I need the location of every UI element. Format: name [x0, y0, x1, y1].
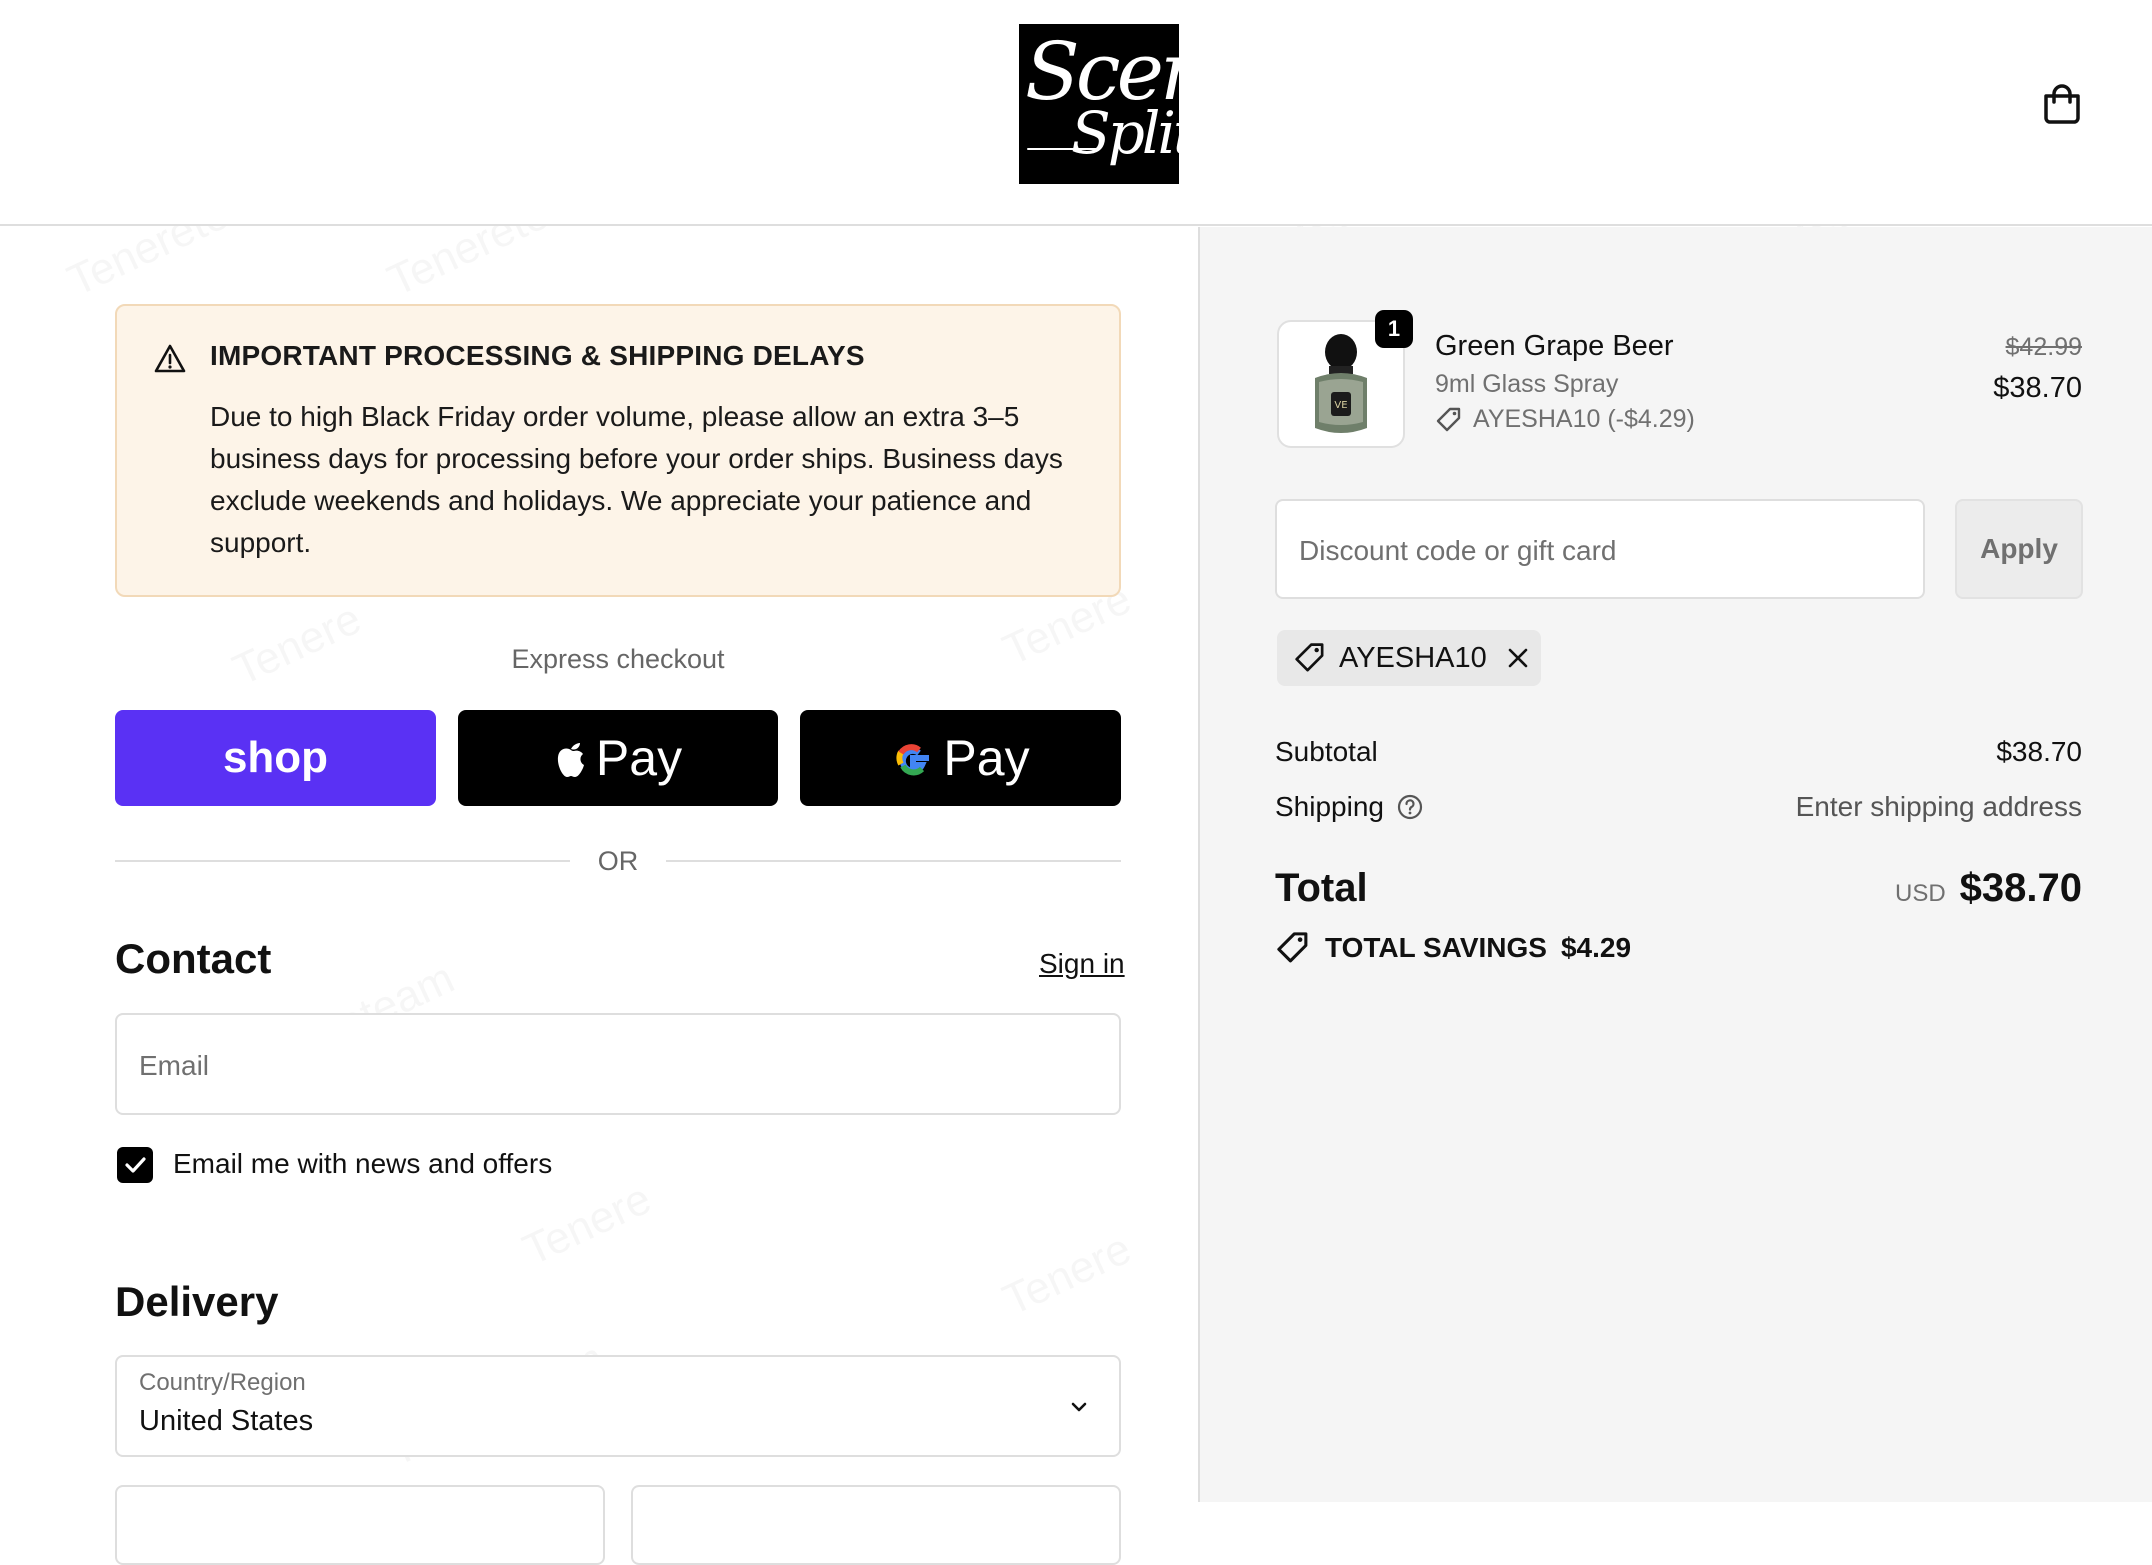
applied-discount-chip: AYESHA10	[1277, 630, 1541, 686]
chevron-down-icon	[1071, 1402, 1087, 1412]
subtotal-value: $38.70	[1996, 736, 2082, 767]
svg-text:VE: VE	[1334, 400, 1347, 411]
subtotal-label: Subtotal	[1275, 736, 1378, 767]
help-circle-icon[interactable]	[1396, 793, 1424, 821]
tag-icon	[1436, 407, 1461, 431]
product-name: Green Grape Beer	[1435, 330, 1674, 362]
quantity-badge: 1	[1375, 310, 1413, 348]
last-name-field[interactable]	[631, 1485, 1121, 1565]
store-logo[interactable]: Scent Split	[1019, 24, 1179, 184]
country-select[interactable]: Country/Region United States	[115, 1355, 1121, 1457]
divider-right	[666, 860, 1121, 862]
product-variant: 9ml Glass Spray	[1435, 370, 1619, 398]
site-header: Scent Split	[0, 0, 2152, 226]
email-field[interactable]: Email	[115, 1013, 1121, 1115]
discounted-price: $38.70	[1993, 372, 2082, 404]
tag-icon	[1295, 643, 1324, 672]
warning-triangle-icon	[154, 344, 186, 373]
shipping-row: Shipping	[1275, 791, 1424, 823]
newsletter-checkbox[interactable]	[117, 1147, 153, 1183]
first-name-field[interactable]	[115, 1485, 605, 1565]
google-pay-button[interactable]: Pay	[800, 710, 1121, 806]
discount-code-input[interactable]: Discount code or gift card	[1275, 499, 1925, 599]
checkmark-icon	[125, 1157, 146, 1173]
contact-heading: Contact	[115, 935, 272, 982]
delivery-heading: Delivery	[115, 1278, 279, 1325]
original-price: $42.99	[2005, 333, 2082, 361]
total-label: Total	[1275, 866, 1368, 910]
total-amount: USD $38.70	[1894, 866, 2082, 910]
shipping-delay-notice: IMPORTANT PROCESSING & SHIPPING DELAYS D…	[115, 304, 1121, 597]
apple-pay-button[interactable]: Pay	[458, 710, 778, 806]
google-g-icon	[896, 744, 930, 776]
apple-logo-icon	[557, 743, 584, 777]
or-divider-label: OR	[597, 846, 639, 876]
apply-discount-button[interactable]: Apply	[1955, 499, 2083, 599]
newsletter-label: Email me with news and offers	[173, 1148, 553, 1179]
notice-body: Due to high Black Friday order volume, p…	[210, 401, 1063, 558]
total-savings: TOTAL SAVINGS $4.29	[1275, 930, 1631, 966]
tag-icon	[1277, 932, 1308, 963]
divider-left	[115, 860, 570, 862]
product-discount: AYESHA10 (-$4.29)	[1435, 405, 1695, 434]
notice-title: IMPORTANT PROCESSING & SHIPPING DELAYS	[210, 340, 865, 371]
shipping-value: Enter shipping address	[1795, 791, 2082, 822]
shopping-bag-icon[interactable]	[2038, 80, 2086, 128]
express-checkout-label: Express checkout	[511, 644, 725, 674]
remove-discount-icon[interactable]	[1505, 645, 1531, 671]
shop-pay-button[interactable]: shop	[115, 710, 436, 806]
sign-in-link[interactable]: Sign in	[1039, 948, 1125, 980]
